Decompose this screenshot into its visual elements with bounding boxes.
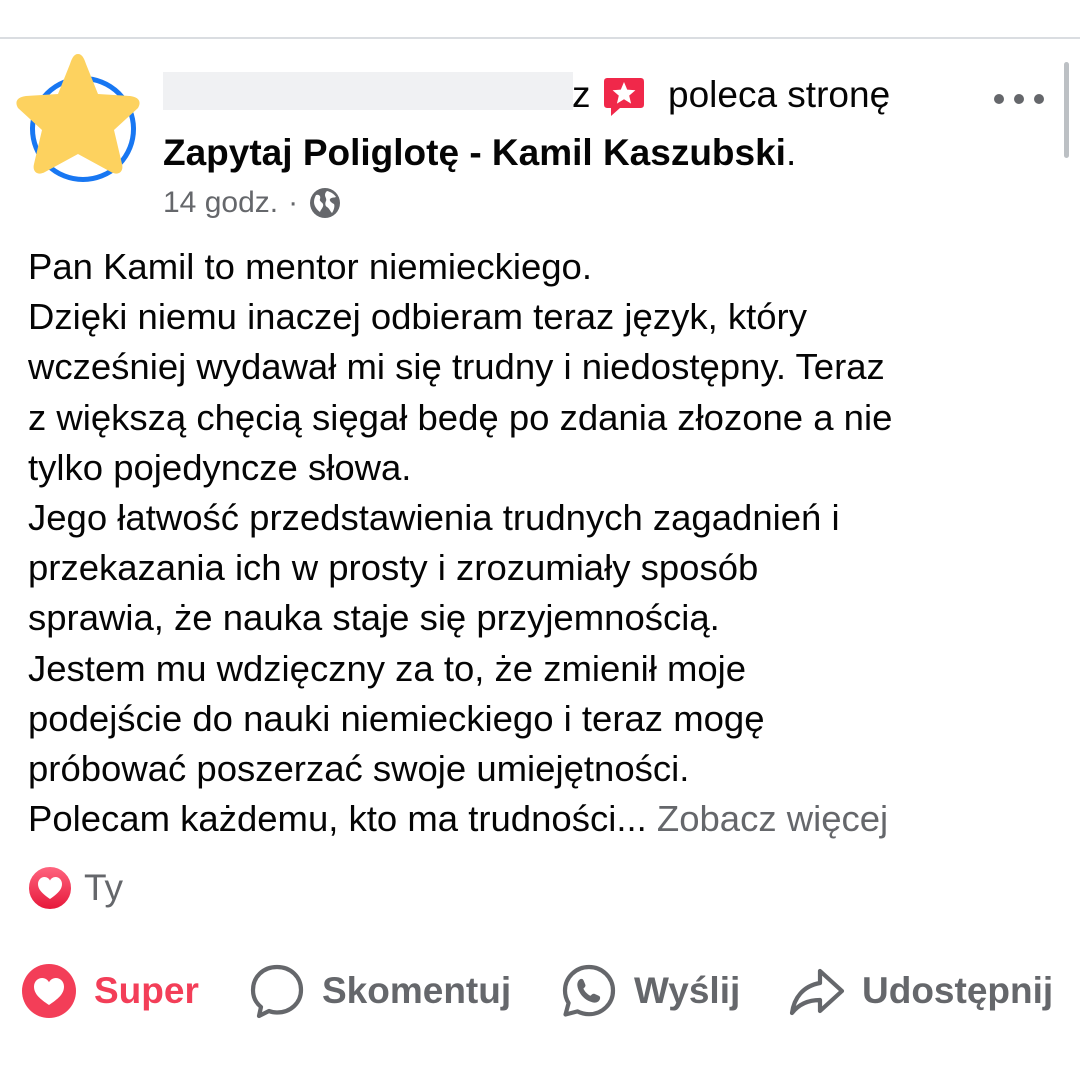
- post-card: z poleca stronę Zapytaj Poliglotę - Kami…: [0, 0, 1080, 1080]
- more-dot-icon: [994, 94, 1004, 104]
- recommended-page-link[interactable]: Zapytaj Poliglotę - Kamil Kaszubski.: [163, 132, 796, 174]
- whatsapp-icon: [562, 964, 616, 1017]
- love-reaction-icon: [27, 865, 73, 911]
- post-text-line: sprawia, że nauka staje się przyjemności…: [28, 597, 720, 639]
- meta-separator: ·: [288, 186, 299, 219]
- share-label: Udostępnij: [862, 970, 1054, 1011]
- post-text-line: próbować poszerzać swoje umiejętności.: [28, 748, 690, 790]
- comment-bubble-icon: [250, 964, 304, 1019]
- post-text-line: z większą chęcią sięgał bedę po zdania z…: [28, 396, 893, 438]
- post-text: Pan Kamil to mentor niemieckiego. Dzięki…: [28, 242, 1058, 844]
- globe-icon[interactable]: [308, 186, 342, 220]
- recommend-icon: [604, 78, 644, 116]
- post-text-line: Dzięki niemu inaczej odbieram teraz języ…: [28, 296, 807, 338]
- avatar[interactable]: [8, 48, 148, 188]
- recommends-text: poleca stronę: [668, 74, 891, 115]
- redacted-author-name: [163, 72, 573, 110]
- post-text-line: Jego łatwość przedstawienia trudnych zag…: [28, 497, 840, 539]
- post-text-line: Jestem mu wdzięczny za to, że zmienił mo…: [28, 647, 747, 689]
- top-divider: [0, 37, 1080, 39]
- share-arrow-icon: [789, 968, 845, 1016]
- comment-label: Skomentuj: [322, 970, 512, 1011]
- star-icon: [16, 54, 140, 174]
- scrollbar[interactable]: [1064, 62, 1069, 158]
- timestamp[interactable]: 14 godz.: [163, 186, 278, 220]
- super-reaction-button[interactable]: Super: [20, 956, 199, 1026]
- more-dot-icon: [1014, 94, 1024, 104]
- more-dot-icon: [1034, 94, 1044, 104]
- post-text-line: przekazania ich w prosty i zrozumiały sp…: [28, 547, 759, 589]
- author-name-suffix[interactable]: z: [572, 74, 591, 116]
- see-more-link[interactable]: Zobacz więcej: [657, 798, 888, 839]
- post-text-line: wcześniej wydawał mi się trudny i niedos…: [28, 346, 885, 388]
- post-text-line: podejście do nauki niemieckiego i teraz …: [28, 697, 765, 739]
- send-label: Wyślij: [634, 970, 741, 1011]
- share-button[interactable]: Udostępnij: [788, 956, 1053, 1026]
- super-label: Super: [94, 970, 199, 1011]
- comment-button[interactable]: Skomentuj: [248, 956, 511, 1026]
- send-button[interactable]: Wyślij: [560, 956, 740, 1026]
- post-text-line: tylko pojedyncze słowa.: [28, 446, 412, 488]
- page-name-period: .: [785, 132, 797, 173]
- more-options-button[interactable]: [994, 84, 1044, 114]
- reaction-summary[interactable]: Ty: [26, 864, 123, 912]
- post-text-line: Pan Kamil to mentor niemieckiego.: [28, 246, 592, 287]
- reaction-summary-label: Ty: [84, 867, 124, 908]
- post-meta: 14 godz. ·: [163, 186, 342, 220]
- heart-filled-icon: [22, 964, 76, 1018]
- page-name[interactable]: Zapytaj Poliglotę - Kamil Kaszubski: [163, 132, 786, 173]
- action-bar: Super Skomentuj Wyślij Udostępnij: [0, 956, 1080, 1026]
- post-text-last-line: Polecam każdemu, kto ma trudności... Zob…: [28, 794, 1058, 844]
- truncated-text: Polecam każdemu, kto ma trudności...: [28, 798, 647, 840]
